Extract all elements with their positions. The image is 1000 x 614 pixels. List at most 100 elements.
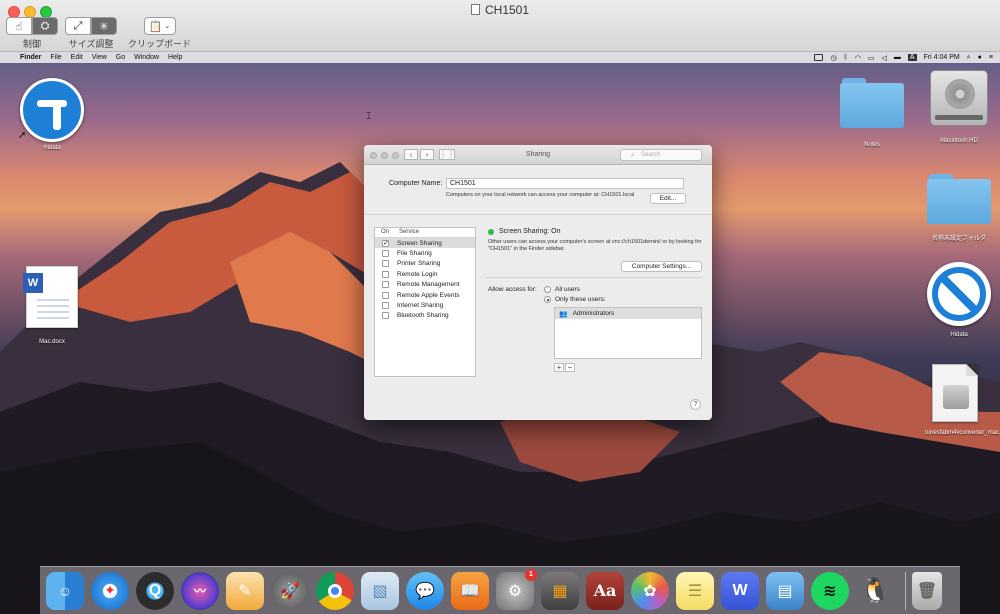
service-list-header: On Service (375, 228, 475, 238)
menu-go[interactable]: Go (116, 54, 125, 61)
shrink-button[interactable]: ✳ (91, 17, 117, 35)
radio-button[interactable] (544, 296, 551, 303)
dock-finder[interactable]: ☺ (46, 571, 84, 610)
hidata-icon (927, 262, 991, 326)
service-checkbox[interactable] (382, 281, 389, 289)
screen-sharing-status-icon[interactable] (814, 54, 824, 61)
radio-button[interactable] (544, 286, 551, 293)
allow-access-label: Allow access for: (488, 286, 537, 293)
desktop-icon-untitled-folder[interactable]: 名称未設定フォルダ (922, 174, 996, 243)
computer-settings-button[interactable]: Computer Settings... (621, 261, 702, 272)
service-checkbox[interactable] (382, 312, 389, 320)
control-binoculars-button[interactable]: ⛭ (32, 17, 58, 35)
dock-separator (905, 571, 906, 610)
dock-calculator[interactable]: ▦ (541, 571, 579, 610)
wifi-icon[interactable]: ◠ (855, 54, 861, 62)
search-input[interactable]: ⌕ Search (620, 149, 702, 161)
dock-qq[interactable]: 🐧 (856, 572, 894, 610)
desktop-icon-mac-docx[interactable]: W Mac.docx (22, 266, 82, 346)
user-name: Administrators (572, 310, 615, 317)
input-source-icon[interactable]: A (907, 54, 917, 61)
all-users-radio[interactable]: All users (544, 286, 580, 293)
menu-finder[interactable]: Finder (20, 54, 41, 61)
volume-icon[interactable]: ◁ (882, 54, 887, 62)
service-row-file-sharing[interactable]: File Sharing (375, 248, 475, 258)
service-checkbox[interactable] (382, 250, 389, 258)
radio-label: Only these users: (555, 296, 606, 303)
only-these-users-radio[interactable]: Only these users: (544, 296, 606, 303)
service-name: Printer Sharing (397, 260, 441, 268)
service-row-bluetooth-sharing[interactable]: Bluetooth Sharing (375, 311, 475, 321)
dock-keynote[interactable]: ▤ (766, 571, 804, 610)
control-pointer-button[interactable]: ☝ (6, 17, 32, 35)
service-checkbox[interactable] (382, 302, 389, 310)
pointer-icon: ☝ (15, 20, 23, 33)
desktop-icon-label: Hidata (43, 145, 61, 151)
disk-image-icon (932, 364, 978, 422)
edit-button[interactable]: Edit... (650, 193, 686, 204)
chevron-down-icon: ⌄ (164, 23, 171, 30)
dock-chrome[interactable] (316, 571, 354, 610)
dock-siri[interactable]: 〰 (181, 571, 219, 610)
toolbar-label-control: 制御 (22, 39, 41, 49)
clipboard-button[interactable]: 📋 ⌄ (143, 17, 176, 35)
dock-preview[interactable]: ▧ (361, 571, 399, 610)
desktop-icon-label: Mac.docx (39, 339, 65, 345)
service-checkbox[interactable] (382, 260, 389, 268)
dock-quicktime[interactable]: Q (136, 571, 174, 610)
add-user-button[interactable]: + (554, 363, 564, 372)
dock-wps[interactable]: W (721, 571, 759, 610)
desktop-icon-macintosh-hd[interactable]: Macintosh HD (922, 70, 996, 145)
dock-dictionary[interactable]: Aa (586, 571, 624, 610)
computer-name-field[interactable]: CH1501 (446, 178, 684, 189)
dock-spotify[interactable]: ≋ (811, 571, 849, 610)
dock-notes[interactable]: ☰ (676, 571, 714, 610)
search-icon[interactable]: ⌕ (967, 54, 971, 62)
desktop-icon-hidata-top[interactable]: Hidata (17, 78, 87, 152)
menu-help[interactable]: Help (168, 54, 182, 61)
service-checkbox[interactable]: ✓ (382, 239, 389, 247)
service-row-printer-sharing[interactable]: Printer Sharing (375, 259, 475, 269)
battery-icon[interactable]: ▬ (894, 54, 901, 61)
bluetooth-icon[interactable]: ᛒ (844, 54, 848, 61)
desktop-icon-hidata-right[interactable]: Hidata (924, 262, 994, 339)
service-checkbox[interactable] (382, 291, 389, 299)
service-row-remote-login[interactable]: Remote Login (375, 269, 475, 279)
dock-photos[interactable]: ✿ (631, 571, 669, 610)
menu-window[interactable]: Window (134, 54, 159, 61)
radio-label: All users (555, 286, 580, 293)
desktop-icon-dmg[interactable]: tunesfabm4vconverter_mac.dmg (910, 364, 1000, 437)
desktop-icon-notes[interactable]: Notes (838, 78, 906, 149)
service-row-remote-management[interactable]: Remote Management (375, 280, 475, 290)
shrink-icon: ✳ (99, 20, 109, 33)
help-button[interactable]: ? (690, 399, 701, 410)
dock-books[interactable]: 📖 (451, 571, 489, 610)
service-checkbox[interactable] (382, 270, 389, 278)
remove-user-button[interactable]: − (565, 363, 575, 372)
menu-view[interactable]: View (92, 54, 107, 61)
service-list: On Service ✓ Screen Sharing File Sharing … (374, 227, 476, 377)
dock-messages[interactable]: 💬 (406, 571, 444, 610)
menu-clock[interactable]: Fri 4:04 PM (924, 54, 960, 61)
menu-bar: Finder File Edit View Go Window Help ◷ ᛒ… (0, 52, 1000, 63)
service-row-screen-sharing[interactable]: ✓ Screen Sharing (375, 238, 475, 249)
dock-pages[interactable]: ✎ (226, 571, 264, 610)
prefs-titlebar: ‹ › ⋮⋮ Sharing ⌕ Search (364, 145, 712, 165)
time-machine-icon[interactable]: ◷ (830, 54, 836, 62)
dock-trash[interactable]: 🗑 (912, 571, 942, 610)
computer-name-label: Computer Name: (389, 180, 443, 187)
user-avatar-icon[interactable]: ● (978, 54, 982, 61)
dock-launchpad[interactable]: 🚀 (271, 571, 309, 610)
menu-file[interactable]: File (50, 54, 61, 61)
menu-edit[interactable]: Edit (71, 54, 83, 61)
service-row-internet-sharing[interactable]: Internet Sharing (375, 300, 475, 310)
service-row-remote-apple-events[interactable]: Remote Apple Events (375, 290, 475, 300)
airplay-icon[interactable]: ▭ (868, 54, 875, 62)
dock-system-preferences[interactable]: ⚙ 1 (496, 568, 537, 610)
notification-center-icon[interactable]: ≡ (989, 54, 993, 61)
expand-button[interactable]: ⤢ (65, 17, 91, 35)
folder-icon (927, 174, 991, 224)
dock-safari[interactable]: ✦ (91, 571, 129, 610)
dictionary-icon: Aa (593, 581, 617, 600)
user-row-administrators[interactable]: 👥 Administrators (555, 308, 701, 319)
